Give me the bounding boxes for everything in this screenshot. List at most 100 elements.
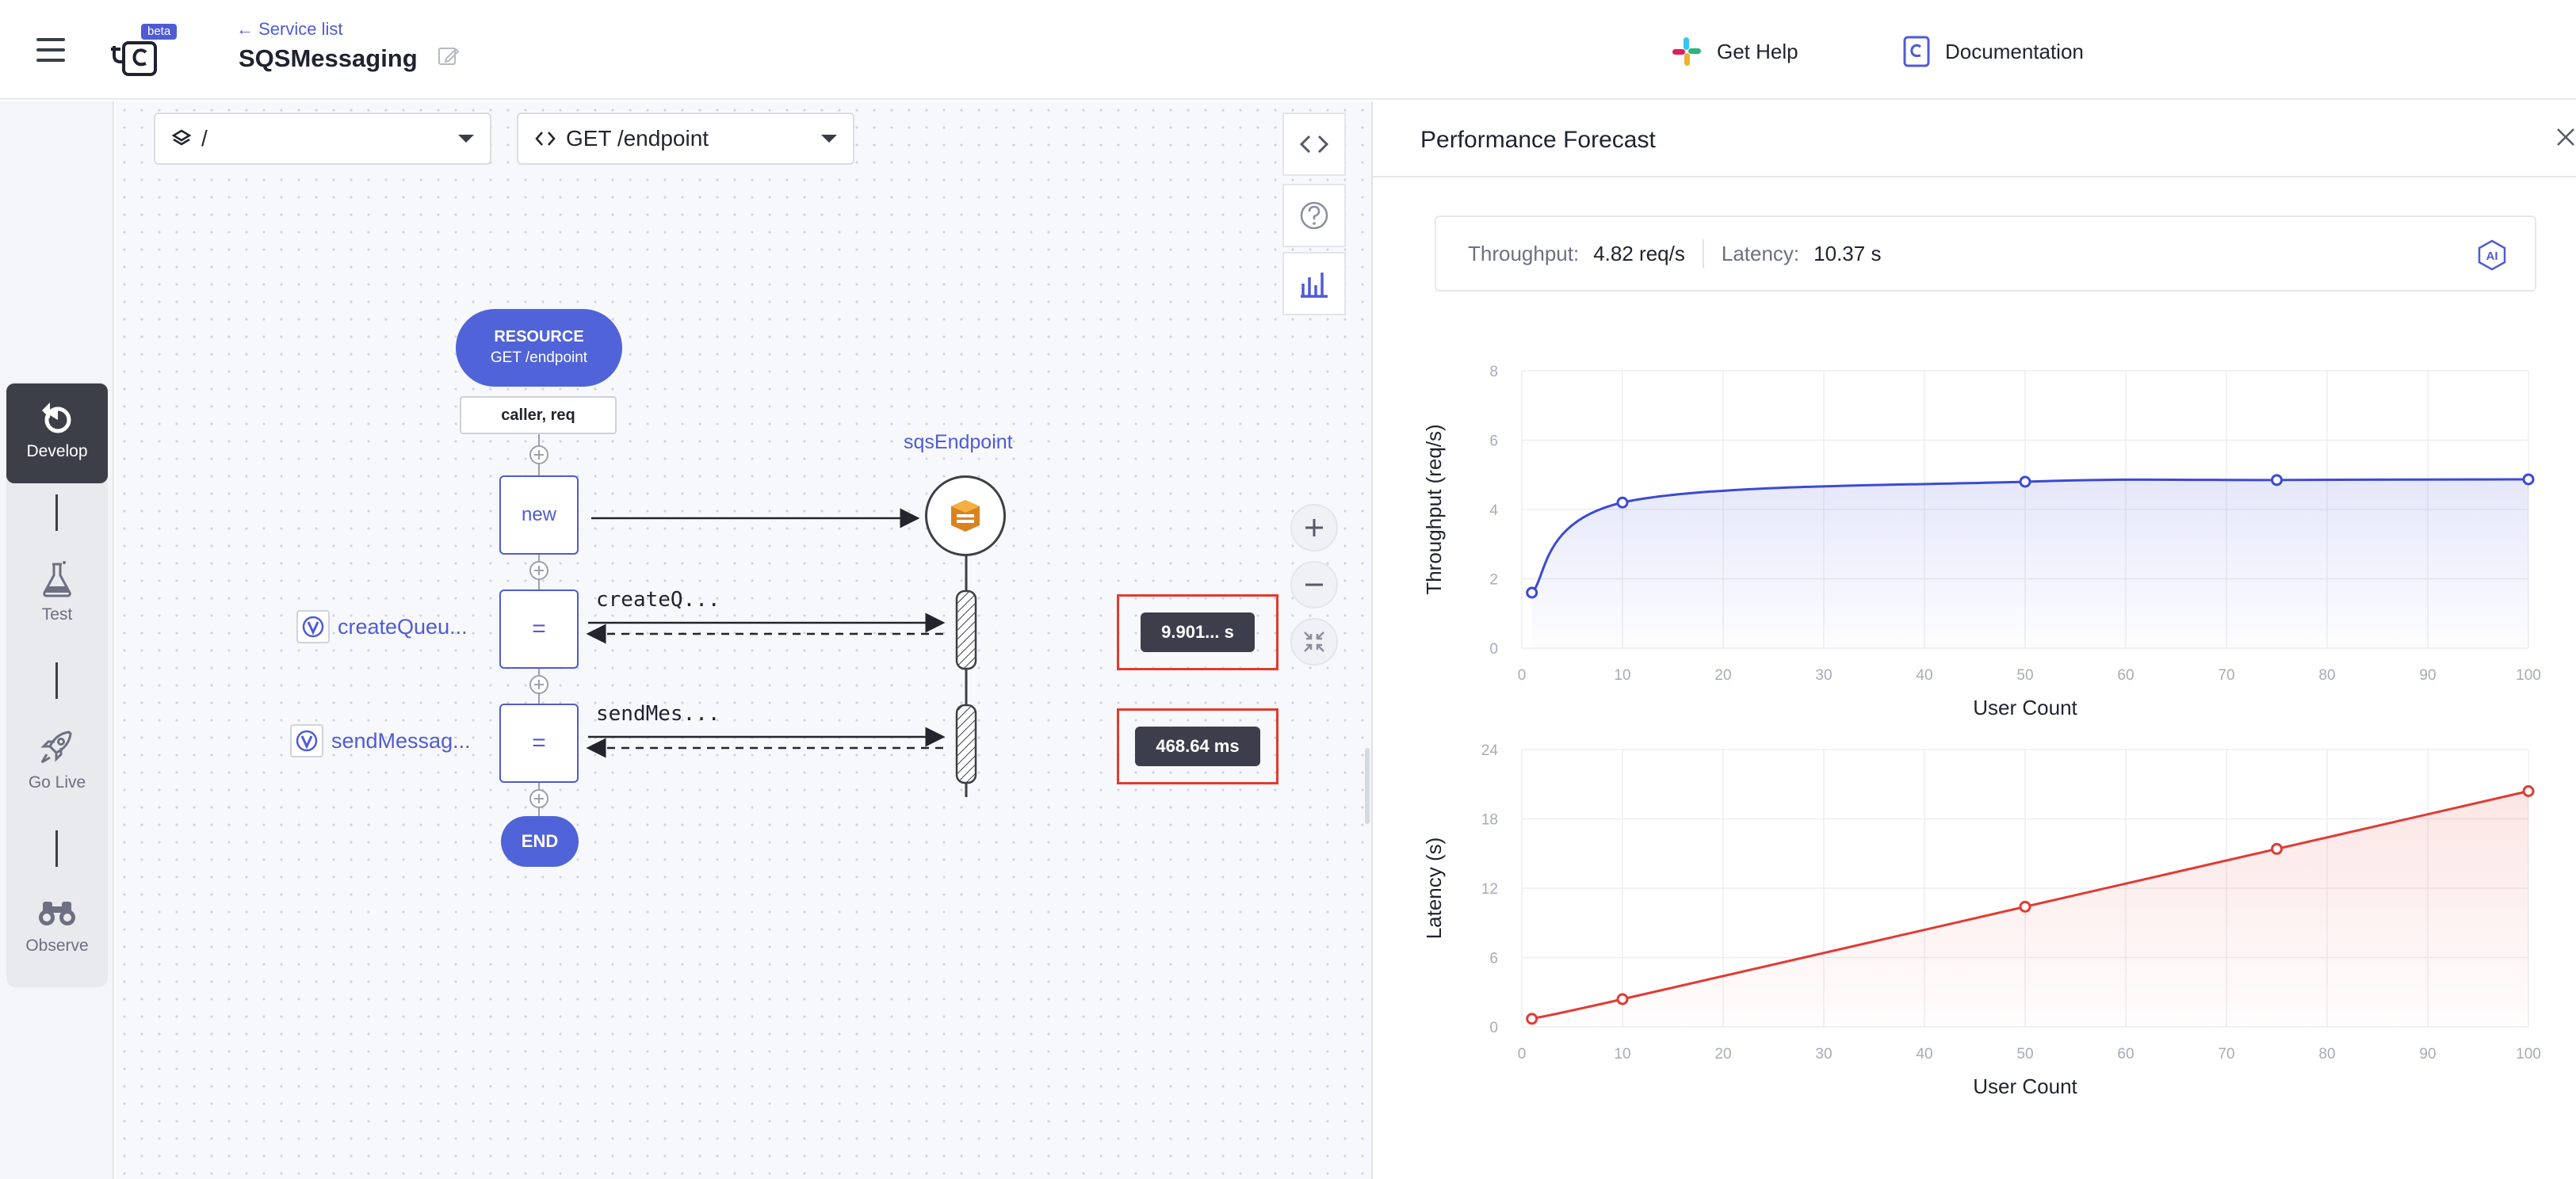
x-tick-label: 0 xyxy=(1518,1046,1527,1063)
y-tick-label: 6 xyxy=(1489,951,1498,967)
get-help-label: Get Help xyxy=(1717,39,1798,63)
create-queue-action: createQ... xyxy=(596,588,720,612)
y-tick-label: 18 xyxy=(1481,812,1498,829)
sidebar-divider xyxy=(55,662,58,699)
sidebar-item-test[interactable]: Test xyxy=(6,559,108,624)
x-tick-label: 50 xyxy=(2016,667,2033,684)
get-help-button[interactable]: Get Help xyxy=(1671,32,1798,71)
forecast-summary: Throughput: 4.82 req/s Latency: 10.37 s … xyxy=(1435,216,2536,292)
data-point xyxy=(1526,586,1538,599)
divider xyxy=(1702,239,1704,268)
documentation-button[interactable]: Documentation xyxy=(1902,32,2084,71)
x-tick-label: 10 xyxy=(1614,1046,1630,1063)
y-tick-label: 12 xyxy=(1481,881,1498,898)
data-point xyxy=(2522,785,2535,797)
latency-highlight: 468.64 ms xyxy=(1117,708,1278,784)
sidebar-item-observe[interactable]: Observe xyxy=(6,895,108,956)
sqs-endpoint-node[interactable] xyxy=(925,475,1006,556)
data-point xyxy=(2271,474,2283,486)
v-icon xyxy=(296,610,330,643)
y-axis-label: Latency (s) xyxy=(1422,838,1446,940)
throughput-value: 4.82 req/s xyxy=(1593,241,1685,265)
service-name: SQSMessaging xyxy=(239,44,418,72)
endpoint-name: sqsEndpoint xyxy=(904,431,1013,453)
data-point xyxy=(1616,993,1629,1005)
x-tick-label: 100 xyxy=(2516,1046,2541,1063)
x-tick-label: 100 xyxy=(2516,667,2541,684)
new-node[interactable]: new xyxy=(499,475,579,555)
x-tick-label: 60 xyxy=(2117,667,2134,684)
x-tick-label: 90 xyxy=(2419,667,2436,684)
develop-icon xyxy=(42,403,71,433)
latency-badge[interactable]: 468.64 ms xyxy=(1135,727,1260,766)
resource-node[interactable]: RESOURCE GET /endpoint xyxy=(456,309,622,387)
x-tick-label: 50 xyxy=(2016,1046,2033,1063)
sidebar-divider xyxy=(55,494,58,531)
data-point xyxy=(1616,496,1629,509)
y-tick-label: 6 xyxy=(1489,433,1498,450)
latency-chart: 0 10 20 30 40 50 60 70 80 90 100 0 6 12 18 24 User Count… xyxy=(1422,742,2541,1098)
end-node[interactable]: END xyxy=(501,816,579,867)
latency-label: Latency: xyxy=(1721,241,1800,265)
data-point xyxy=(2019,475,2031,488)
resource-params: caller, req xyxy=(460,396,617,434)
ai-icon: AI xyxy=(2476,239,2508,271)
send-message-action: sendMes... xyxy=(596,702,720,726)
x-tick-label: 90 xyxy=(2419,1046,2436,1063)
x-tick-label: 80 xyxy=(2318,1046,2335,1063)
menu-icon[interactable] xyxy=(36,38,65,62)
throughput-label: Throughput: xyxy=(1468,241,1580,265)
beta-badge: beta xyxy=(141,24,178,40)
ai-badge-text: AI xyxy=(2486,250,2498,263)
panel-title: Performance Forecast xyxy=(1420,127,1656,153)
y-tick-label: 8 xyxy=(1489,364,1498,380)
latency-badge[interactable]: 9.901... s xyxy=(1141,612,1255,652)
rocket-icon xyxy=(40,731,72,764)
x-tick-label: 70 xyxy=(2218,1046,2234,1063)
v-icon xyxy=(290,724,323,757)
y-tick-label: 0 xyxy=(1489,1020,1498,1036)
edit-icon[interactable] xyxy=(437,44,461,68)
flask-icon xyxy=(43,561,71,597)
series-area xyxy=(1531,479,2528,648)
x-axis-label: User Count xyxy=(1973,1074,2077,1098)
sidebar-item-develop[interactable]: Develop xyxy=(6,383,108,483)
data-point xyxy=(2271,842,2283,855)
sidebar-item-go-live[interactable]: Go Live xyxy=(6,727,108,792)
x-tick-label: 30 xyxy=(1815,667,1832,684)
slack-icon xyxy=(1672,37,1701,66)
x-tick-label: 40 xyxy=(1916,1046,1932,1063)
x-tick-label: 20 xyxy=(1714,1046,1731,1063)
close-icon[interactable] xyxy=(2554,125,2576,149)
create-queue-function[interactable]: createQueu... xyxy=(296,610,468,643)
x-tick-label: 20 xyxy=(1714,667,1731,684)
throughput-chart: 0 10 20 30 40 50 60 70 80 90 100 0 2 4 6 8 User Count Thr… xyxy=(1422,364,2541,719)
service-list-link[interactable]: ← Service list xyxy=(236,19,342,40)
x-tick-label: 80 xyxy=(2318,667,2335,684)
assign-node-create-queue[interactable]: = xyxy=(499,590,579,669)
x-tick-label: 0 xyxy=(1518,667,1527,684)
binoculars-icon xyxy=(39,902,75,925)
data-point xyxy=(2522,473,2535,486)
x-tick-label: 60 xyxy=(2117,1046,2134,1063)
sidebar-divider xyxy=(55,830,58,867)
resource-node-title: RESOURCE xyxy=(494,328,584,345)
data-point xyxy=(1526,1013,1538,1025)
latency-value: 10.37 s xyxy=(1814,241,1882,265)
data-point xyxy=(2019,900,2031,913)
y-axis-label: Throughput (req/s) xyxy=(1422,424,1446,594)
assign-node-send-message[interactable]: = xyxy=(499,704,579,783)
panel-resize-handle[interactable] xyxy=(1365,748,1370,824)
x-tick-label: 10 xyxy=(1614,667,1630,684)
latency-highlight: 9.901... s xyxy=(1117,594,1278,670)
x-tick-label: 40 xyxy=(1916,667,1932,684)
y-tick-label: 0 xyxy=(1489,641,1498,658)
documentation-label: Documentation xyxy=(1945,39,2084,63)
x-axis-label: User Count xyxy=(1973,696,2077,719)
sqs-icon xyxy=(951,500,980,532)
resource-node-path: GET /endpoint xyxy=(490,349,588,366)
x-tick-label: 70 xyxy=(2218,667,2234,684)
documentation-icon xyxy=(1903,36,1930,67)
y-tick-label: 24 xyxy=(1481,742,1499,759)
send-message-function[interactable]: sendMessag... xyxy=(290,724,471,757)
